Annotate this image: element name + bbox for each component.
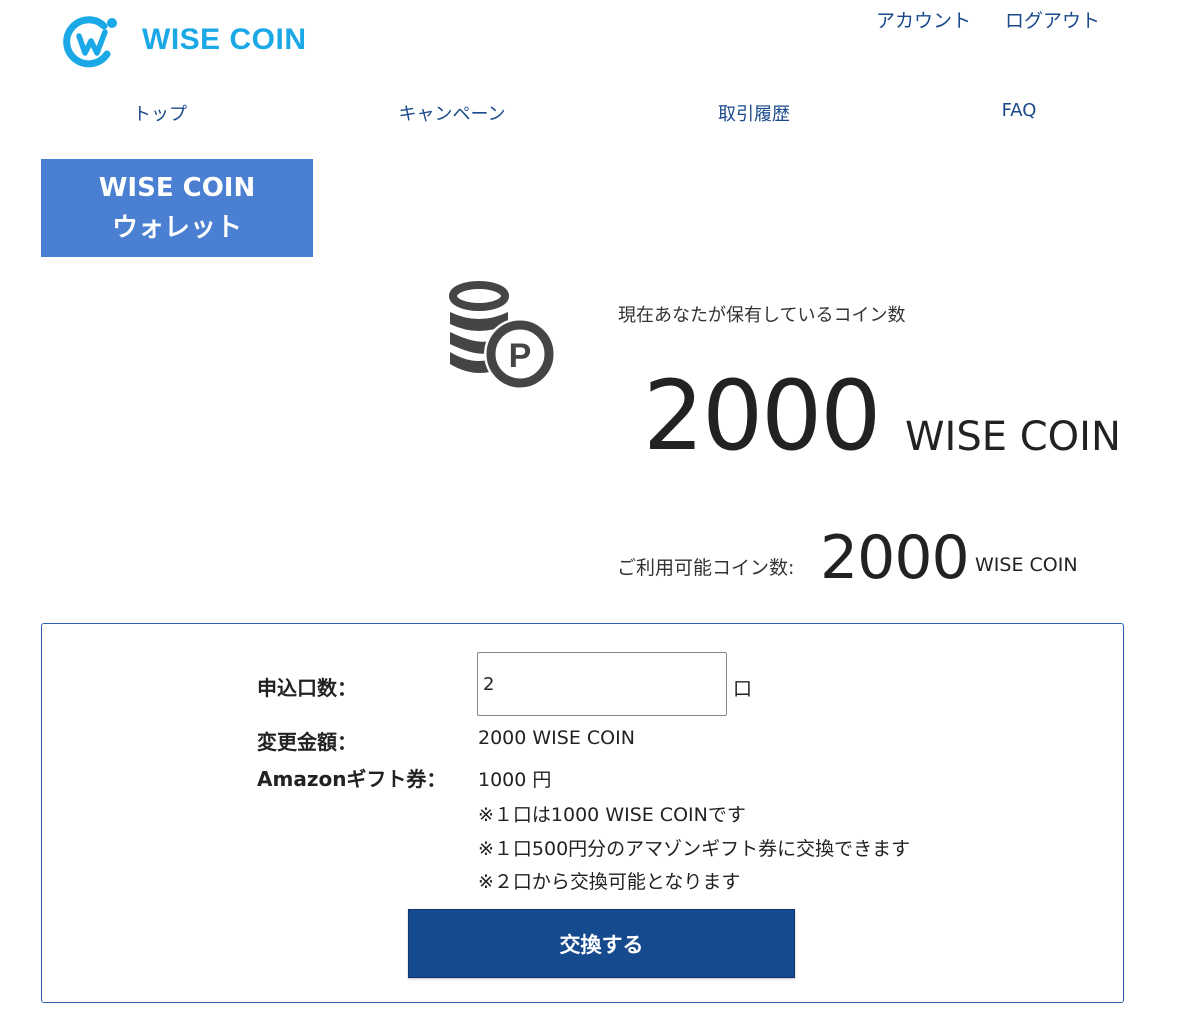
quantity-unit: 口 bbox=[733, 678, 753, 700]
balance-caption: 現在あなたが保有しているコイン数 bbox=[618, 305, 906, 326]
brand-logo[interactable]: WISE COIN bbox=[60, 12, 307, 68]
nav-item-history[interactable]: 取引履歴 bbox=[718, 100, 790, 126]
page-title: WISE COIN ウォレット bbox=[41, 159, 313, 257]
wise-coin-logo-icon bbox=[63, 16, 117, 68]
logout-link[interactable]: ログアウト bbox=[1005, 6, 1100, 33]
available-coins-label: ご利用可能コイン数: bbox=[617, 557, 795, 579]
note-item: ※１口500円分のアマゾンギフト券に交換できます bbox=[478, 838, 911, 860]
amount-value: 2000 WISE COIN bbox=[478, 727, 635, 749]
available-coins-unit: WISE COIN bbox=[975, 554, 1078, 576]
svg-text:P: P bbox=[509, 337, 532, 375]
quantity-label: 申込口数： bbox=[257, 676, 357, 700]
page-title-line2: ウォレット bbox=[111, 213, 242, 243]
note-item: ※２口から交換可能となります bbox=[478, 871, 741, 893]
nav-item-top[interactable]: トップ bbox=[133, 100, 187, 126]
page-title-line1: WISE COIN bbox=[98, 173, 256, 203]
amount-label: 変更金額： bbox=[257, 730, 357, 754]
brand-name: WISE COIN bbox=[142, 23, 307, 56]
balance-value: 2000 bbox=[643, 360, 881, 472]
exchange-button[interactable]: 交換する bbox=[408, 909, 795, 978]
coin-stack-p-icon: P bbox=[449, 281, 556, 390]
available-coins-value: 2000 bbox=[820, 523, 970, 593]
nav-item-faq[interactable]: FAQ bbox=[1002, 100, 1037, 121]
account-link[interactable]: アカウント bbox=[876, 6, 971, 33]
nav-item-campaign[interactable]: キャンペーン bbox=[398, 100, 505, 126]
quantity-input[interactable] bbox=[477, 652, 727, 716]
note-item: ※１口は1000 WISE COINです bbox=[478, 804, 746, 826]
gift-card-value: 1000 円 bbox=[478, 769, 552, 791]
gift-card-label: Amazonギフト券： bbox=[257, 767, 447, 791]
balance-unit: WISE COIN bbox=[905, 414, 1121, 460]
